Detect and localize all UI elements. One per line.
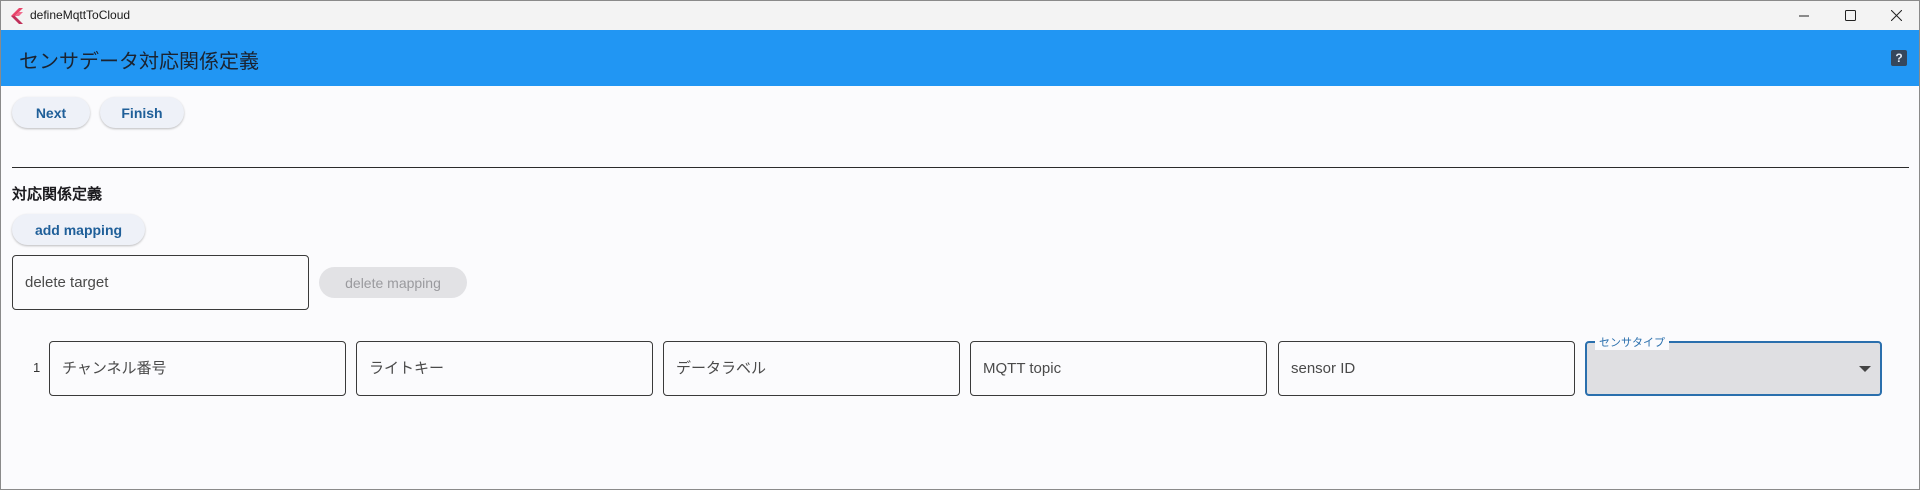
sensor-type-label: センサタイプ — [1595, 334, 1669, 350]
window-title: defineMqttToCloud — [30, 8, 131, 22]
sensor-id-field[interactable] — [1278, 341, 1575, 396]
data-label-field[interactable] — [663, 341, 960, 396]
close-icon — [1890, 10, 1902, 21]
section-divider — [12, 167, 1909, 168]
write-key-input[interactable] — [357, 342, 652, 395]
sensor-type-dropdown[interactable]: センサタイプ — [1585, 334, 1882, 396]
channel-number-input[interactable] — [50, 342, 345, 395]
app-window: defineMqttToCloud センサデータ対応関係定義 ? Next Fi… — [0, 0, 1920, 490]
mqtt-topic-input[interactable] — [971, 342, 1266, 395]
window-titlebar: defineMqttToCloud — [1, 1, 1919, 30]
mapping-section-title: 対応関係定義 — [12, 185, 103, 203]
dropdown-arrow-icon — [1859, 366, 1871, 372]
close-button[interactable] — [1873, 1, 1919, 30]
help-icon[interactable]: ? — [1891, 50, 1907, 66]
add-mapping-button[interactable]: add mapping — [12, 214, 145, 245]
finish-button[interactable]: Finish — [100, 97, 184, 128]
next-button[interactable]: Next — [12, 97, 90, 128]
minimize-icon — [1799, 15, 1809, 16]
data-label-input[interactable] — [664, 342, 959, 395]
channel-number-field[interactable] — [49, 341, 346, 396]
maximize-icon — [1844, 10, 1856, 21]
delete-mapping-button[interactable]: delete mapping — [319, 267, 467, 298]
sensor-id-input[interactable] — [1279, 342, 1574, 395]
maximize-button[interactable] — [1827, 1, 1873, 30]
row-index: 1 — [33, 360, 41, 375]
mqtt-topic-field[interactable] — [970, 341, 1267, 396]
minimize-button[interactable] — [1781, 1, 1827, 30]
write-key-field[interactable] — [356, 341, 653, 396]
delete-target-field[interactable] — [12, 255, 309, 310]
app-bar: センサデータ対応関係定義 ? — [1, 30, 1919, 86]
page-title: センサデータ対応関係定義 — [19, 49, 259, 73]
delete-target-input[interactable] — [13, 256, 308, 309]
flutter-app-icon — [11, 8, 23, 24]
